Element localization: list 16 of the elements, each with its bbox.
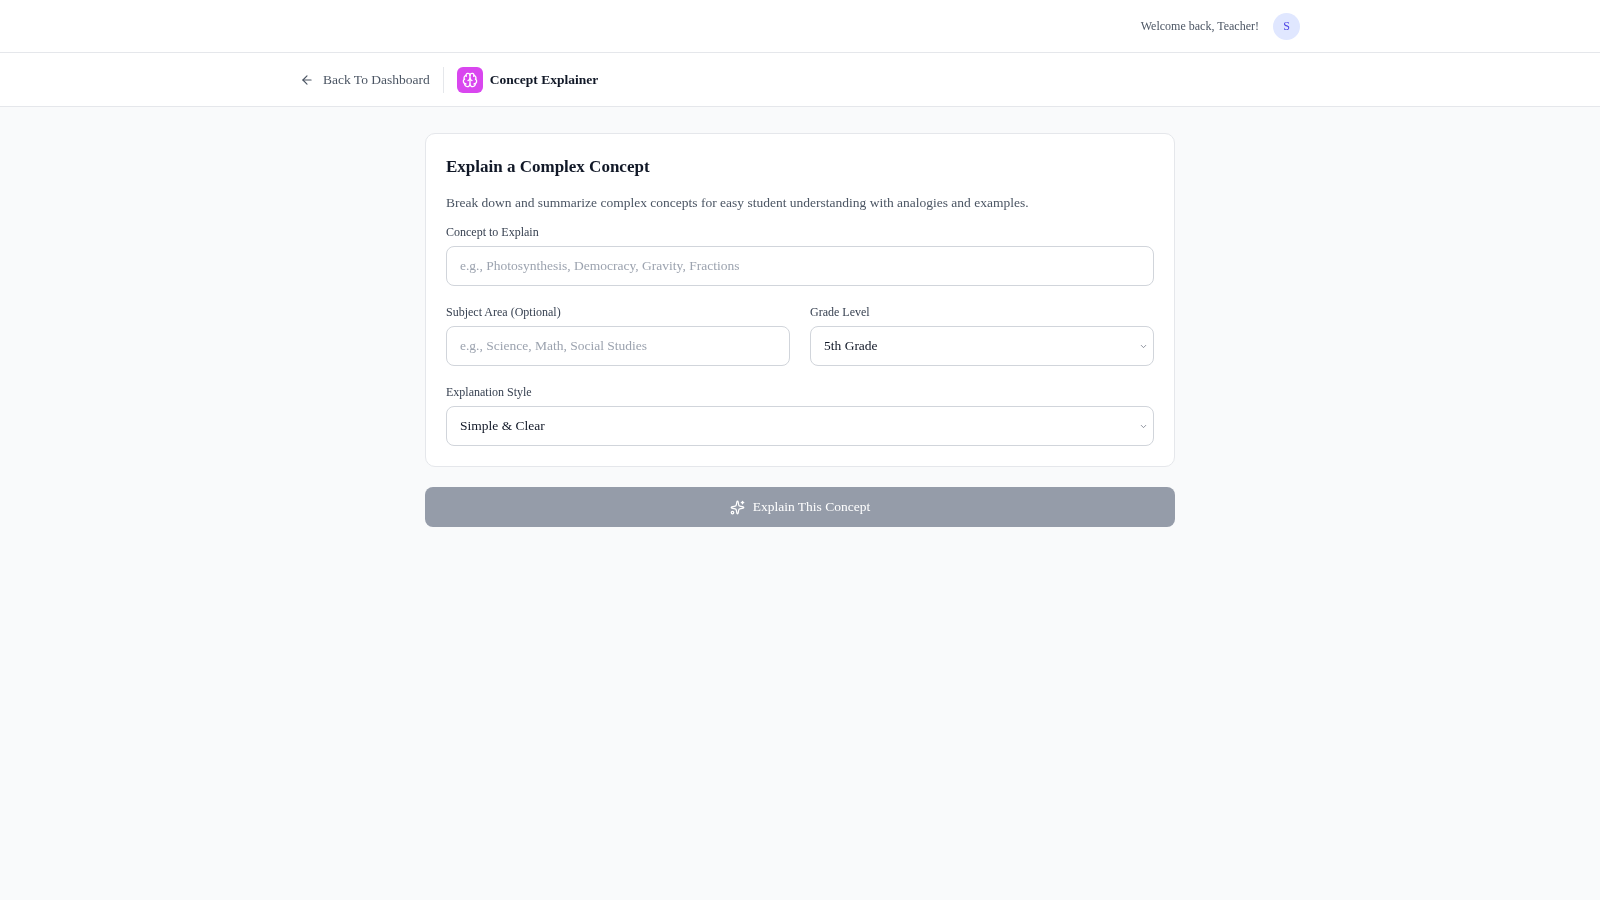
tool-title: Concept Explainer <box>489 71 599 88</box>
welcome-text: Welcome back, Teacher! <box>1140 18 1259 34</box>
text-input[interactable]: e.g., Photosynthesis, Democracy, Gravity, Fractions <box>446 246 1154 286</box>
field-label: Explanation Style <box>446 384 533 400</box>
select-dropdown[interactable]: 5th Grade <box>810 326 1154 366</box>
field-label: Subject Area (Optional) <box>446 304 562 320</box>
text-input[interactable]: e.g., Science, Math, Social Studies <box>446 326 790 366</box>
form-description: Break down and summarize complex concepts for easy student understanding with analogies and examples. <box>446 194 1030 212</box>
sparkles-icon <box>729 499 745 515</box>
brain-icon <box>456 66 483 93</box>
field-label: Grade Level <box>810 304 871 320</box>
field-label: Concept to Explain <box>446 224 540 240</box>
back-link[interactable]: Back To Dashboard <box>300 71 430 88</box>
user-avatar[interactable]: S <box>1273 12 1300 40</box>
form-title: Explain a Complex Concept <box>446 156 651 178</box>
select-dropdown[interactable]: Simple & Clear <box>446 406 1154 446</box>
